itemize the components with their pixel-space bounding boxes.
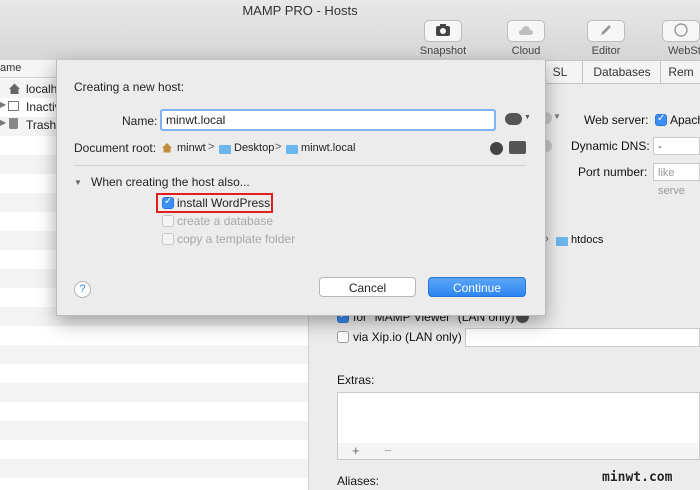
extras-list[interactable] [337,392,700,444]
web-server-value: Apach [670,113,700,127]
disclosure-triangle-icon: ▶ [0,100,7,109]
disclosure-label[interactable]: When creating the host also... [91,175,250,189]
cloud-download-icon[interactable] [505,113,522,125]
chevron-down-icon: ▼ [553,112,561,121]
tab-remote[interactable]: Rem [660,60,700,84]
globe-icon [662,20,700,42]
home-icon [8,82,21,98]
inactive-box-icon [8,101,19,111]
add-extra-button[interactable]: + [352,443,360,458]
webstart-label: WebSta [668,45,700,57]
xip-checkbox[interactable] [337,331,349,343]
disclosure-triangle-icon: ▶ [0,118,7,127]
extras-label: Extras: [337,373,375,387]
tab-databases[interactable]: Databases [582,60,662,84]
choose-folder-icon[interactable] [509,141,526,154]
sheet-heading: Creating a new host: [74,80,185,94]
cloud-toolbar-button[interactable]: Cloud [494,20,558,57]
path-item-desktop[interactable]: Desktop [234,142,274,154]
path-item-minwt[interactable]: minwt [177,142,206,154]
sheet-divider [74,165,526,166]
dynamic-dns-select[interactable]: - [653,137,700,155]
create-database-checkbox[interactable] [162,215,174,227]
camera-icon [424,20,462,42]
watermark: minwt.com [602,470,673,485]
web-server-checkbox[interactable] [655,113,667,126]
path-item-minwt-local[interactable]: minwt.local [301,142,355,154]
aliases-label: Aliases: [337,474,380,488]
port-number-label: Port number: [578,165,648,179]
path-separator: > [275,141,282,153]
editor-toolbar-button[interactable]: Editor [574,20,638,57]
path-separator: > [208,141,215,153]
cloud-icon [507,20,545,42]
folder-icon [286,143,298,157]
cancel-button[interactable]: Cancel [319,277,416,297]
xip-label: via Xip.io (LAN only) [353,330,462,344]
remove-extra-button[interactable]: − [384,443,392,458]
help-button[interactable]: ? [74,281,91,298]
dynamic-dns-label: Dynamic DNS: [571,139,650,153]
sidebar-item-label: localh [26,82,58,96]
reveal-arrow-icon[interactable] [490,142,503,155]
column-header-label: ame [0,62,22,74]
install-wordpress-label: install WordPress [177,196,271,210]
disclosure-triangle-icon[interactable]: ▼ [74,178,82,187]
port-number-input[interactable]: like serve [653,163,700,197]
pen-icon [587,20,625,42]
trash-icon [9,118,18,129]
cloud-label: Cloud [511,45,541,57]
xip-field[interactable] [465,328,700,347]
document-root-label: Document root: [74,141,157,155]
window-title: MAMP PRO - Hosts [242,3,358,18]
name-label: Name: [122,114,158,128]
copy-template-label: copy a template folder [177,232,296,246]
editor-label: Editor [591,45,621,57]
folder-icon [556,235,568,249]
webstart-toolbar-button[interactable]: WebSta [656,20,700,57]
snapshot-toolbar-button[interactable]: Snapshot [411,20,475,57]
continue-button[interactable]: Continue [428,277,526,297]
sidebar-item-label: Trash [26,118,57,132]
name-input[interactable]: minwt.local [160,109,496,131]
home-folder-icon [161,142,173,153]
htdocs-path: htdocs [571,234,604,246]
install-wordpress-checkbox[interactable] [162,196,174,209]
chevron-down-icon: ▼ [524,114,531,121]
extras-list-footer: + − [337,443,700,460]
copy-template-checkbox[interactable] [162,233,174,245]
folder-icon [219,143,231,157]
create-database-label: create a database [177,214,274,228]
snapshot-label: Snapshot [419,45,467,57]
web-server-label: Web server: [584,113,649,127]
